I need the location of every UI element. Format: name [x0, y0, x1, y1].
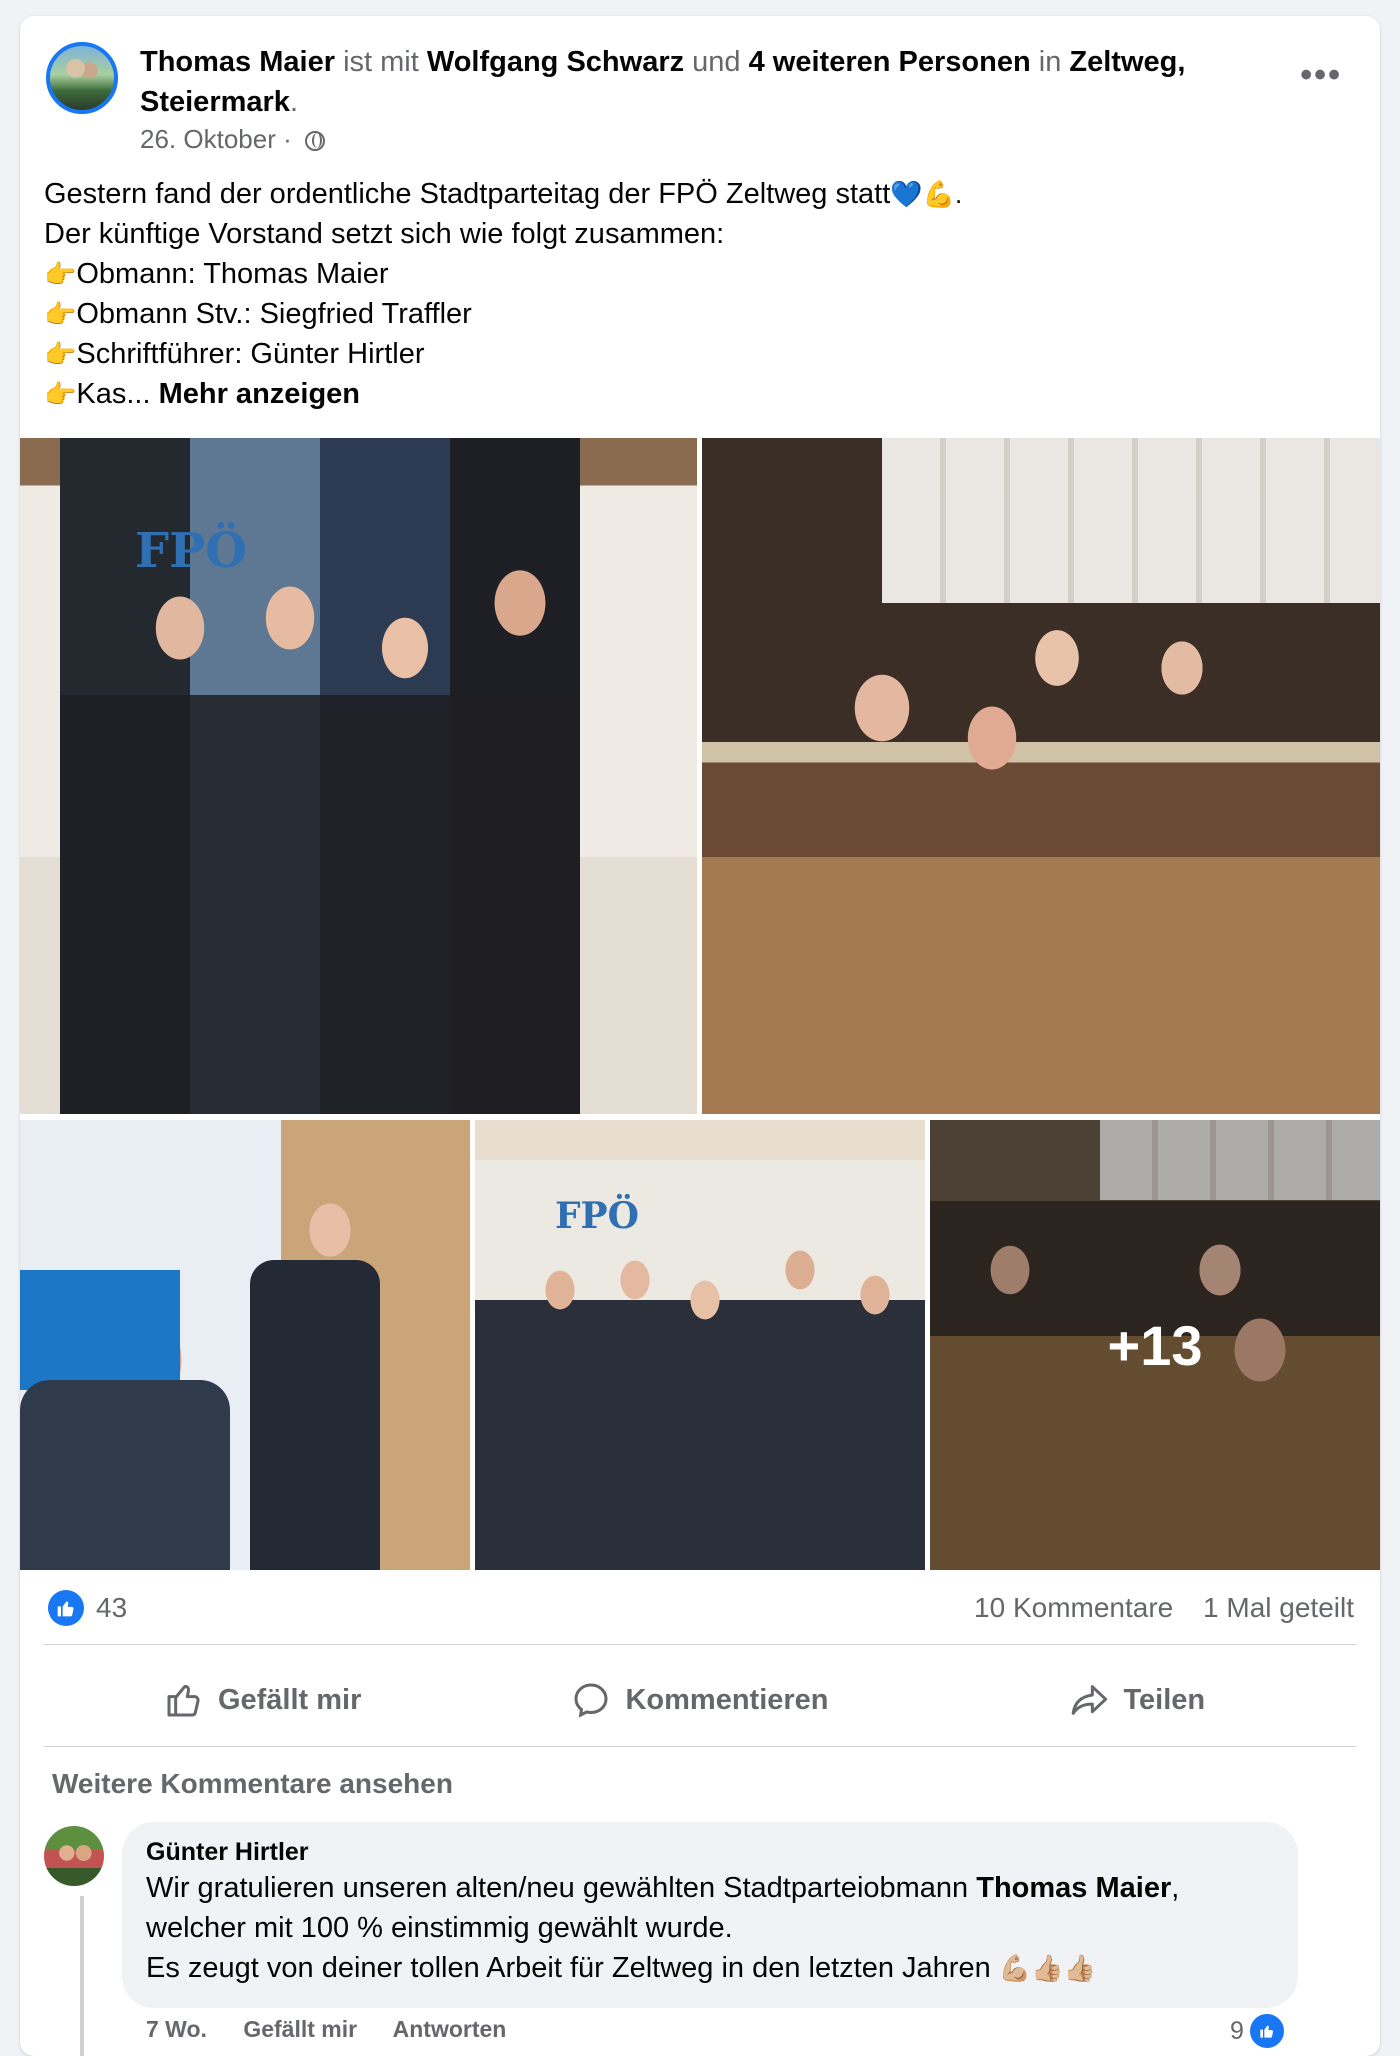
divider [44, 1644, 1356, 1645]
like-reaction-icon[interactable] [48, 1590, 84, 1626]
action-bar: Gefällt mir Kommentieren Teilen [44, 1656, 1356, 1744]
like-reaction-icon [1247, 2012, 1286, 2050]
text-line: 👉Kas... Mehr anzeigen [44, 378, 361, 410]
pointing-hand-icon: 👉 [44, 379, 77, 409]
in-text: in [1038, 46, 1062, 78]
tagged-others[interactable]: 4 weiteren Personen [749, 46, 1031, 78]
like-label: Gefällt mir [217, 1683, 362, 1716]
see-more-link[interactable]: Mehr anzeigen [159, 378, 360, 410]
text-line: Der künftige Vorstand setzt sich wie fol… [44, 218, 725, 250]
divider [44, 1746, 1356, 1747]
more-photos-count[interactable]: +13 [930, 1120, 1380, 1570]
post-text: Gestern fand der ordentliche Stadtpartei… [44, 174, 1344, 414]
party-logo-text: FPÖ [555, 1195, 639, 1237]
photo-more-overlay[interactable]: +13 [930, 1120, 1380, 1570]
curtain-decor [882, 438, 1380, 603]
comment-author[interactable]: Günter Hirtler [146, 1836, 1274, 1868]
photo-speaker[interactable] [20, 1120, 470, 1570]
pointing-hand-icon: 👉 [44, 299, 77, 329]
heart-muscle-emoji: 💙💪. [890, 179, 963, 209]
photo-group-banner[interactable]: FPÖ [475, 1120, 925, 1570]
comment-bubble: Günter Hirtler Wir gratulieren unseren a… [122, 1822, 1298, 2008]
tagged-person[interactable]: Wolfgang Schwarz [427, 46, 684, 78]
with-text: ist mit [343, 46, 419, 78]
pointing-hand-icon: 👉 [44, 259, 77, 289]
view-more-comments[interactable]: Weitere Kommentare ansehen [52, 1768, 453, 1800]
text-line: 👉Schriftführer: Günter Hirtler [44, 338, 425, 370]
meta-separator: · [283, 124, 292, 154]
post-meta: 26. Oktober · [140, 124, 325, 155]
reaction-count[interactable]: 43 [96, 1590, 127, 1626]
author-name[interactable]: Thomas Maier [140, 46, 335, 78]
post-card: Thomas Maier ist mit Wolfgang Schwarz un… [20, 16, 1380, 2056]
comment-mention[interactable]: Thomas Maier [976, 1872, 1171, 1904]
more-options-icon[interactable]: ••• [1300, 56, 1342, 95]
post-stats: 10 Kommentare 1 Mal geteilt [952, 1590, 1354, 1626]
ceiling-decor [475, 1120, 925, 1160]
comment-time[interactable]: 7 Wo. [146, 2016, 207, 2042]
thumbs-up-icon [167, 1684, 200, 1717]
party-logo-text: FPÖ [135, 523, 247, 579]
share-label: Teilen [1123, 1683, 1206, 1716]
person-figure [250, 1260, 380, 1570]
comment-reaction-count: 9 [1230, 2016, 1244, 2045]
and-text: und [692, 46, 741, 78]
comment-text: Wir gratulieren unseren alten/neu gewähl… [146, 1872, 1180, 1984]
comments-count[interactable]: 10 Kommentare [974, 1592, 1173, 1623]
banner-decor [20, 1270, 180, 1390]
share-button[interactable]: Teilen [919, 1656, 1356, 1744]
like-button[interactable]: Gefällt mir [44, 1656, 481, 1744]
share-icon [1072, 1685, 1108, 1715]
comment-footer: 7 Wo. Gefällt mir Antworten [146, 2016, 536, 2043]
thread-line [80, 1896, 84, 2056]
comment-author-avatar[interactable] [44, 1826, 104, 1886]
author-avatar[interactable] [46, 42, 118, 114]
text-line: 👉Obmann Stv.: Siegfried Traffler [44, 298, 472, 330]
shares-count[interactable]: 1 Mal geteilt [1203, 1592, 1354, 1623]
post-date[interactable]: 26. Oktober [140, 124, 276, 154]
comment-label: Kommentieren [625, 1683, 829, 1716]
comment-reply-button[interactable]: Antworten [393, 2016, 507, 2042]
comment-like-button[interactable]: Gefällt mir [243, 2016, 357, 2042]
text-line: Gestern fand der ordentliche Stadtpartei… [44, 178, 963, 210]
pointing-hand-icon: 👉 [44, 339, 77, 369]
comment-reactions[interactable]: 9 [1230, 2012, 1286, 2050]
comment-icon [574, 1683, 608, 1718]
globe-icon [305, 131, 325, 151]
post-header: Thomas Maier ist mit Wolfgang Schwarz un… [140, 46, 1186, 118]
muscle-thumbs-emoji: 💪🏼👍🏼👍🏼 [998, 1953, 1096, 1983]
photo-table-meeting[interactable] [702, 438, 1380, 1114]
text-line: 👉Obmann: Thomas Maier [44, 258, 389, 290]
comment-button[interactable]: Kommentieren [481, 1656, 918, 1744]
photo-group-portrait[interactable]: FPÖ [20, 438, 697, 1114]
